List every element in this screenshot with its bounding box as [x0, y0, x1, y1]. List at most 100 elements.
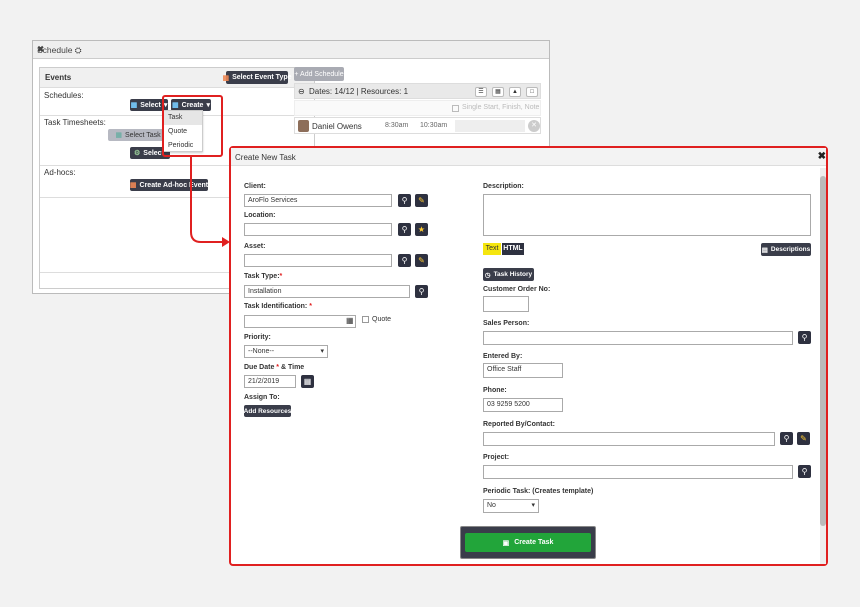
calendar-icon[interactable]: ▦ [301, 375, 314, 388]
gift-icon: ▦ [129, 182, 137, 189]
resource-row: Daniel Owens 8:30am 10:30am ✕ [294, 117, 541, 134]
dialog-title-bar[interactable]: Create New Task ✖ [231, 148, 826, 166]
highlight-box [162, 95, 223, 157]
phone-label: Phone: [483, 387, 507, 394]
resource-end[interactable]: 10:30am [420, 122, 447, 129]
html-tab[interactable]: HTML [502, 243, 524, 255]
edit-icon[interactable]: ✎ [415, 194, 428, 207]
description-label: Description: [483, 183, 524, 190]
customer-order-field[interactable] [483, 296, 529, 312]
task-history-button[interactable]: ◷ Task History [483, 268, 534, 281]
gear-icon: ⚙ [134, 150, 141, 157]
descriptions-label: Descriptions [770, 246, 811, 253]
options-row: Single Start, Finish, Note [294, 100, 541, 116]
periodic-select[interactable]: No ▾ [483, 499, 539, 513]
entered-by-label: Entered By: [483, 353, 523, 360]
add-schedule-button[interactable]: + Add Schedule [294, 67, 344, 81]
checkbox[interactable] [452, 105, 459, 112]
events-label: Events [45, 73, 72, 82]
task-history-label: Task History [493, 271, 533, 278]
edit-icon[interactable]: ✎ [797, 432, 810, 445]
calendar-icon: ▦ [130, 102, 138, 109]
events-header: Events ▦ Select Event Type [40, 68, 314, 88]
descriptions-button[interactable]: ▤ Descriptions [761, 243, 811, 256]
task-timesheets-label: Task Timesheets: [44, 118, 106, 127]
phone-field[interactable]: 03 9259 5200 [483, 398, 563, 412]
select-label-2: Select [143, 149, 164, 157]
grid-icon[interactable]: ▦ [492, 87, 504, 97]
trash-icon[interactable]: □ [526, 87, 538, 97]
dates-bar: ⊖ Dates: 14/12 | Resources: 1 ☰ ▦ ▲ □ [294, 83, 541, 99]
select-event-type-button[interactable]: ▦ Select Event Type [222, 71, 292, 84]
description-textarea[interactable] [483, 194, 811, 236]
task-id-label: Task Identification: * [244, 303, 312, 310]
close-icon[interactable]: ✖ [818, 151, 826, 162]
close-icon[interactable]: ✕ [528, 120, 540, 132]
chevron-down-icon: ▾ [531, 502, 535, 509]
list-icon[interactable]: ☰ [475, 87, 487, 97]
customer-order-label: Customer Order No: [483, 286, 551, 293]
priority-label: Priority: [244, 334, 271, 341]
entered-by-field[interactable]: Office Staff [483, 363, 563, 378]
location-field[interactable] [244, 223, 392, 236]
client-field[interactable]: AroFlo Services [244, 194, 392, 207]
add-resources-button[interactable]: Add Resources [244, 405, 291, 417]
quote-label: Quote [372, 316, 392, 323]
periodic-label: Periodic Task: (Creates template) [483, 488, 594, 495]
dates-text: Dates: 14/12 | Resources: 1 [309, 87, 409, 96]
select-task-label: Select Task [124, 131, 161, 139]
star-icon[interactable]: ★ [415, 223, 428, 236]
due-date-field[interactable]: 21/2/2019 [244, 375, 296, 388]
dialog-title: Create New Task [235, 153, 296, 162]
adhocs-label: Ad-hocs: [44, 168, 76, 177]
text-tab[interactable]: Text [483, 243, 501, 255]
priority-value: --None-- [248, 348, 275, 355]
search-icon[interactable]: ⚲ [398, 254, 411, 267]
task-type-label: Task Type:* [244, 273, 283, 280]
calculator-icon[interactable]: ▦ [346, 316, 354, 325]
create-task-button[interactable]: ▣ Create Task [465, 533, 591, 552]
folder-icon: ▤ [761, 246, 768, 254]
search-icon[interactable]: ⚲ [398, 223, 411, 236]
asset-field[interactable] [244, 254, 392, 267]
create-task-dialog: Create New Task ✖ Client: AroFlo Service… [229, 146, 828, 566]
quote-checkbox[interactable] [362, 316, 369, 323]
sales-person-field[interactable] [483, 331, 793, 345]
search-icon[interactable]: ⚲ [798, 465, 811, 478]
select-task-button[interactable]: ▦ Select Task [108, 129, 168, 141]
priority-select[interactable]: --None-- ▾ [244, 345, 328, 358]
minus-circle-icon[interactable]: ⊖ [298, 87, 305, 96]
edit-icon[interactable]: ✎ [415, 254, 428, 267]
save-icon: ▣ [502, 539, 510, 547]
assign-to-label: Assign To: [244, 394, 280, 401]
due-date-label: Due Date * & Time [244, 364, 305, 371]
create-task-footer: ▣ Create Task [460, 526, 596, 559]
search-icon[interactable]: ⚲ [415, 285, 428, 298]
resource-start[interactable]: 8:30am [385, 122, 408, 129]
task-id-field[interactable] [244, 315, 356, 328]
project-label: Project: [483, 454, 510, 461]
calendar-icon: ▦ [115, 132, 122, 139]
resource-note[interactable] [455, 120, 525, 132]
search-icon[interactable]: ⚲ [798, 331, 811, 344]
task-type-field[interactable]: Installation [244, 285, 410, 298]
schedule-title-bar[interactable]: Schedule ⛭ ✖ [33, 41, 549, 59]
select-label: Select [140, 101, 161, 109]
avatar [298, 120, 309, 132]
bell-icon[interactable]: ▲ [509, 87, 521, 97]
location-label: Location: [244, 212, 276, 219]
close-icon[interactable]: ✖ [37, 44, 544, 55]
single-start-label: Single Start, Finish, Note [462, 104, 540, 111]
scrollbar[interactable] [820, 168, 826, 564]
history-icon: ◷ [484, 271, 491, 279]
periodic-value: No [487, 502, 496, 509]
create-task-label: Create Task [514, 539, 554, 546]
reported-by-label: Reported By/Contact: [483, 421, 555, 428]
search-icon[interactable]: ⚲ [780, 432, 793, 445]
project-field[interactable] [483, 465, 793, 479]
schedules-label: Schedules: [44, 91, 84, 100]
search-icon[interactable]: ⚲ [398, 194, 411, 207]
reported-by-field[interactable] [483, 432, 775, 446]
chevron-down-icon: ▾ [320, 348, 324, 355]
scrollbar-thumb[interactable] [820, 176, 826, 526]
